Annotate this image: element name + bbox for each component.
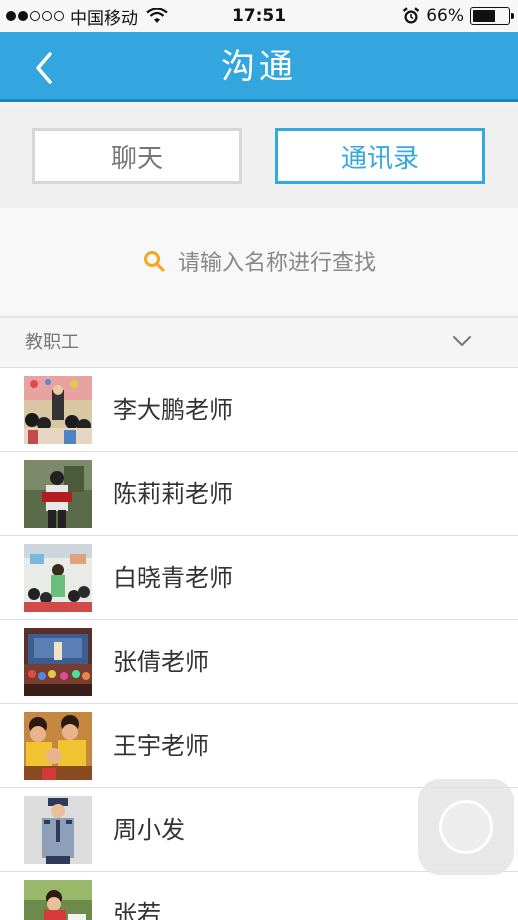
avatar <box>24 376 92 444</box>
assistive-touch-button[interactable] <box>418 779 514 875</box>
avatar <box>24 796 92 864</box>
contact-row[interactable]: 陈莉莉老师 <box>0 452 518 536</box>
contact-name: 张倩老师 <box>113 648 209 676</box>
contact-name: 周小发 <box>113 816 185 844</box>
chevron-down-icon <box>453 336 471 347</box>
search-bar: 请输入名称进行查找 <box>0 208 518 314</box>
tab-bar: 聊天 通讯录 <box>0 105 518 208</box>
battery-level <box>473 10 496 22</box>
contact-row[interactable]: 王宇老师 <box>0 704 518 788</box>
tab-chat-label: 聊天 <box>110 143 163 174</box>
tab-chat[interactable]: 聊天 <box>32 128 242 184</box>
contact-row[interactable]: 张倩老师 <box>0 620 518 704</box>
avatar <box>24 628 92 696</box>
tab-contacts-label: 通讯录 <box>340 143 419 174</box>
avatar <box>24 460 92 528</box>
contact-row[interactable]: 张若 <box>0 872 518 920</box>
contact-row[interactable]: 李大鹏老师 <box>0 368 518 452</box>
contact-name: 白晓青老师 <box>113 564 233 592</box>
battery-icon <box>470 7 514 25</box>
tab-contacts[interactable]: 通讯录 <box>275 128 485 184</box>
nav-bar: 沟通 <box>0 32 518 102</box>
group-header-staff[interactable]: 教职工 <box>0 316 518 368</box>
alarm-clock-icon <box>402 7 420 24</box>
search-placeholder: 请输入名称进行查找 <box>177 251 376 276</box>
page-title: 沟通 <box>221 47 297 87</box>
search-input[interactable]: 请输入名称进行查找 <box>142 245 376 277</box>
contact-row[interactable]: 白晓青老师 <box>0 536 518 620</box>
contact-name: 王宇老师 <box>113 732 209 760</box>
avatar <box>24 880 92 920</box>
status-bar: 中国移动 17:51 66% <box>0 0 518 32</box>
assistive-touch-icon <box>439 800 493 854</box>
avatar <box>24 712 92 780</box>
status-right: 66% <box>402 0 514 32</box>
group-label: 教职工 <box>25 332 79 353</box>
contact-name: 李大鹏老师 <box>113 396 233 424</box>
contact-name: 陈莉莉老师 <box>113 480 233 508</box>
avatar <box>24 544 92 612</box>
battery-percent: 66% <box>426 6 464 26</box>
contact-name: 张若 <box>113 900 161 920</box>
search-icon <box>143 251 165 272</box>
